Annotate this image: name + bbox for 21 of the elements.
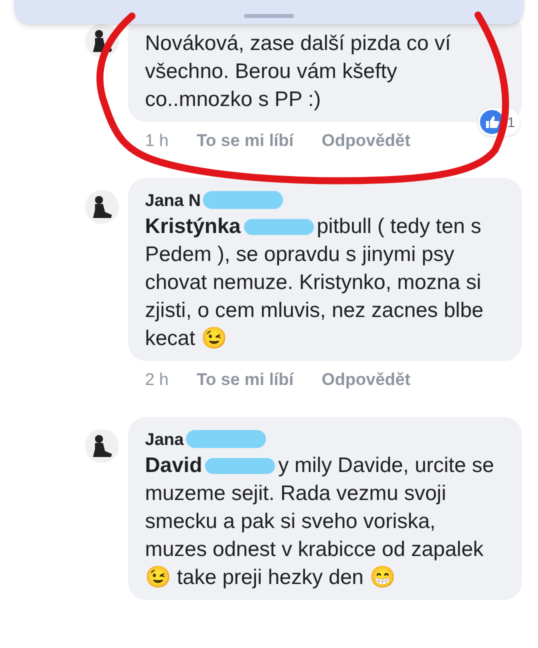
grabber-handle[interactable] bbox=[244, 14, 294, 18]
thumbs-up-icon bbox=[480, 110, 504, 134]
redaction-scribble bbox=[205, 458, 276, 474]
reply-link[interactable]: Odpovědět bbox=[322, 367, 410, 392]
author-name[interactable]: Jana bbox=[145, 426, 184, 452]
avatar-icon[interactable] bbox=[85, 190, 119, 224]
avatar-icon[interactable] bbox=[85, 428, 119, 462]
like-link[interactable]: To se mi líbí bbox=[196, 128, 294, 154]
reply-link[interactable]: Odpovědět bbox=[322, 128, 410, 154]
comment-text: Nováková, zase další pizda co ví všechno. Berou vám kšefty co..mnozko s PP :) bbox=[145, 31, 452, 113]
comment-time: 2 h bbox=[145, 369, 169, 391]
comment-text: David y mily Davide, urcite se muzeme sejit. Rada vezmu svoji smecku a pak si sveho voriska, muzes odnest v krabicce od zapalek 😉 take preji hezky den 😁 bbox=[145, 453, 496, 591]
comment-text: Kristýnka pitbull ( tedy ten s Pedem ), se opravdu s jinymi psy chovat nemuze. Kristynko, mozna si zjisti, o cem mluvis, nez zacnes blbe kecat 😉 bbox=[145, 214, 484, 352]
like-link[interactable]: To se mi líbí bbox=[196, 367, 294, 392]
redaction-scribble bbox=[244, 219, 314, 236]
mention-link[interactable]: Kristýnka bbox=[145, 215, 241, 238]
mention-link[interactable]: David bbox=[145, 454, 202, 477]
avatar-icon[interactable] bbox=[85, 24, 119, 58]
comment-time: 1 h bbox=[145, 130, 169, 152]
reaction-count: 1 bbox=[507, 112, 515, 132]
author-name[interactable]: Jana N bbox=[145, 188, 201, 213]
